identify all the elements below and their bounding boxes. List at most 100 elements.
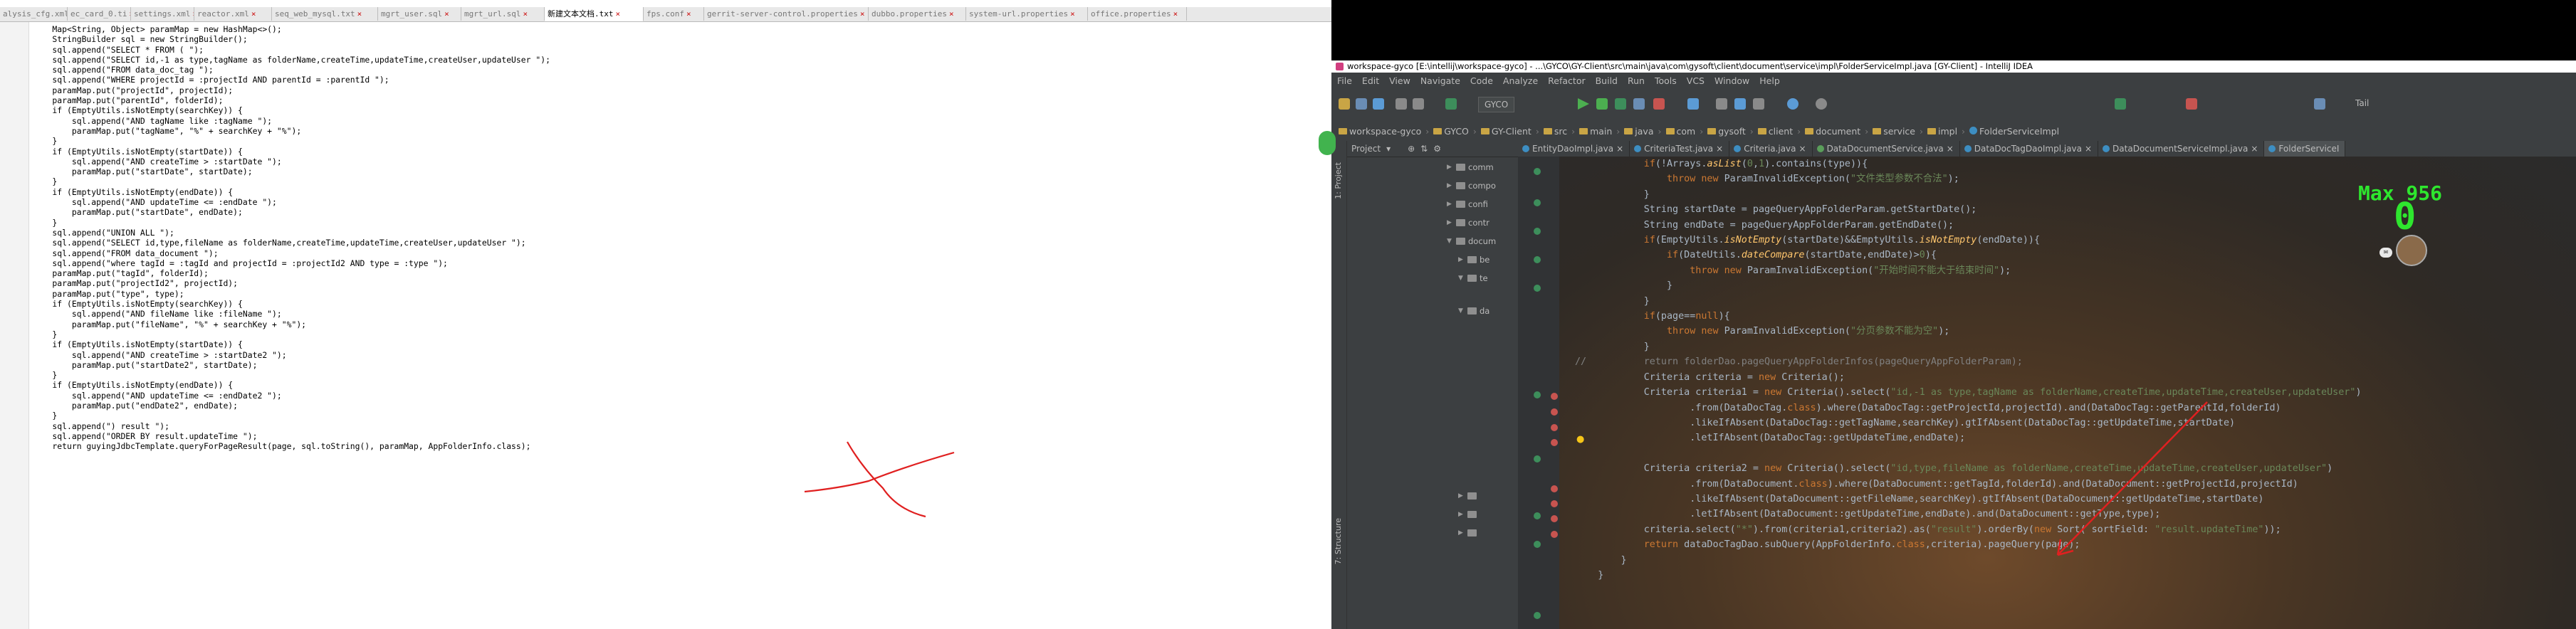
- breadcrumb-item[interactable]: FolderServiceImpl: [1969, 126, 2059, 137]
- implement-marker-icon[interactable]: [1534, 228, 1541, 235]
- help-icon[interactable]: [1787, 98, 1799, 110]
- git-icon[interactable]: [2186, 98, 2197, 110]
- stop-icon[interactable]: [1653, 98, 1665, 110]
- breadcrumb-item[interactable]: GY-Client: [1480, 126, 1532, 137]
- gear-icon[interactable]: ⚙: [1433, 144, 1441, 154]
- close-icon[interactable]: ×: [1716, 141, 1723, 157]
- left-tab[interactable]: mgrt_url.sql ×: [461, 7, 545, 21]
- breadcrumb-item[interactable]: impl: [1927, 126, 1957, 137]
- editor-tab[interactable]: DataDocTagDaoImpl.java ×: [1960, 141, 2099, 157]
- menu-build[interactable]: Build: [1596, 75, 1618, 86]
- implement-marker-icon[interactable]: [1534, 256, 1541, 263]
- close-icon[interactable]: ×: [860, 7, 865, 21]
- open-icon[interactable]: [1339, 98, 1350, 110]
- editor-tab[interactable]: DataDocumentServiceImpl.java ×: [2098, 141, 2265, 157]
- close-icon[interactable]: ×: [1070, 7, 1075, 21]
- menu-refactor[interactable]: Refactor: [1548, 75, 1585, 86]
- implement-marker-icon[interactable]: [1534, 541, 1541, 548]
- run-icon[interactable]: [1578, 98, 1589, 110]
- breadcrumb-item[interactable]: src: [1543, 126, 1567, 137]
- tree-item[interactable]: ▼ da: [1458, 305, 1489, 317]
- left-tab[interactable]: alysis_cfg.xml×: [0, 7, 68, 21]
- left-tab[interactable]: mgrt_user.sql ×: [378, 7, 461, 21]
- breadcrumb-item[interactable]: GYCO: [1433, 126, 1469, 137]
- close-icon[interactable]: ×: [1799, 141, 1806, 157]
- close-icon[interactable]: ×: [949, 7, 954, 21]
- left-tab[interactable]: dubbo.properties ×: [869, 7, 966, 21]
- avatar[interactable]: [2396, 235, 2427, 266]
- structure-icon[interactable]: [1734, 98, 1746, 110]
- tree-item[interactable]: ▶ comm: [1447, 161, 1494, 174]
- implement-marker-icon[interactable]: [1534, 285, 1541, 292]
- tree-item[interactable]: ▶ be: [1458, 253, 1489, 266]
- left-tab[interactable]: fps.conf ×: [644, 7, 704, 21]
- tree-item[interactable]: ▼ docum: [1447, 235, 1496, 248]
- menu-code[interactable]: Code: [1470, 75, 1493, 86]
- close-icon[interactable]: ×: [686, 7, 691, 21]
- editor-tab[interactable]: DataDocumentService.java ×: [1813, 141, 1960, 157]
- menu-help[interactable]: Help: [1759, 75, 1780, 86]
- close-icon[interactable]: ×: [2251, 141, 2258, 157]
- close-icon[interactable]: ×: [2085, 141, 2092, 157]
- left-tab[interactable]: reactor.xml ×: [194, 7, 272, 21]
- breakpoint-icon[interactable]: [1551, 500, 1558, 507]
- menu-view[interactable]: View: [1389, 75, 1410, 86]
- run-configuration-select[interactable]: GYCO: [1478, 97, 1515, 112]
- implement-marker-icon[interactable]: [1534, 199, 1541, 206]
- profile-icon[interactable]: [1633, 98, 1645, 110]
- settings-icon[interactable]: [1716, 98, 1727, 110]
- tree-item[interactable]: ▶ compo: [1447, 179, 1496, 192]
- tree-item[interactable]: ▼ te: [1458, 272, 1488, 285]
- menu-file[interactable]: File: [1337, 75, 1352, 86]
- breadcrumb-item[interactable]: main: [1579, 126, 1612, 137]
- left-code-area[interactable]: Map<String, Object> paramMap = new HashM…: [0, 22, 1331, 629]
- coverage-icon[interactable]: [1615, 98, 1626, 110]
- save-icon[interactable]: [1356, 98, 1367, 110]
- breakpoint-icon[interactable]: [1551, 393, 1558, 400]
- breakpoint-icon[interactable]: [1551, 531, 1558, 538]
- menu-navigate[interactable]: Navigate: [1420, 75, 1460, 86]
- breakpoint-icon[interactable]: [1551, 485, 1558, 492]
- close-icon[interactable]: ×: [1947, 141, 1954, 157]
- undo-icon[interactable]: [1396, 98, 1407, 110]
- left-tab[interactable]: system-url.properties ×: [966, 7, 1088, 21]
- breadcrumb-item[interactable]: client: [1757, 126, 1793, 137]
- breakpoint-icon[interactable]: [1551, 439, 1558, 446]
- terminal-icon[interactable]: [2115, 98, 2126, 110]
- close-icon[interactable]: ×: [616, 7, 621, 21]
- menu-tools[interactable]: Tools: [1655, 75, 1677, 86]
- close-icon[interactable]: ×: [1616, 141, 1623, 157]
- implement-marker-icon[interactable]: [1534, 512, 1541, 519]
- sync-icon[interactable]: [1373, 98, 1384, 110]
- menu-edit[interactable]: Edit: [1362, 75, 1379, 86]
- left-tab[interactable]: ec_card_0.ti×: [68, 7, 131, 21]
- implement-marker-icon[interactable]: [1534, 168, 1541, 175]
- breakpoint-icon[interactable]: [1551, 408, 1558, 416]
- implement-marker-icon[interactable]: [1534, 391, 1541, 398]
- menu-run[interactable]: Run: [1628, 75, 1645, 86]
- left-tab[interactable]: office.properties ×: [1088, 7, 1187, 21]
- breadcrumb-item[interactable]: java: [1624, 126, 1654, 137]
- left-tab[interactable]: settings.xml×: [131, 7, 194, 21]
- database-icon[interactable]: [2314, 98, 2325, 110]
- editor-tab[interactable]: CriteriaTest.java ×: [1630, 141, 1730, 157]
- project-view-select[interactable]: Project: [1351, 144, 1381, 154]
- implement-marker-icon[interactable]: [1534, 455, 1541, 462]
- close-icon[interactable]: ×: [357, 7, 362, 21]
- close-icon[interactable]: ×: [444, 7, 449, 21]
- debug-icon[interactable]: [1596, 98, 1608, 110]
- collapse-icon[interactable]: ⇅: [1420, 144, 1428, 154]
- editor-tab[interactable]: Criteria.java ×: [1729, 141, 1813, 157]
- tree-item[interactable]: ▶: [1458, 508, 1477, 521]
- close-icon[interactable]: ×: [1173, 7, 1178, 21]
- left-code-text[interactable]: Map<String, Object> paramMap = new HashM…: [33, 24, 550, 451]
- left-tab-active[interactable]: 新建文本文档.txt ×: [545, 7, 644, 21]
- menu-analyze[interactable]: Analyze: [1503, 75, 1538, 86]
- breadcrumb-item[interactable]: com: [1665, 126, 1695, 137]
- tree-item[interactable]: ▶ contr: [1447, 216, 1489, 229]
- breakpoint-icon[interactable]: [1551, 515, 1558, 522]
- editor-tab-active[interactable]: FolderServiceI: [2264, 141, 2346, 157]
- tree-item[interactable]: ▶ confi: [1447, 198, 1488, 211]
- floating-handle-icon[interactable]: [1319, 131, 1336, 155]
- target-icon[interactable]: ⊕: [1408, 144, 1415, 154]
